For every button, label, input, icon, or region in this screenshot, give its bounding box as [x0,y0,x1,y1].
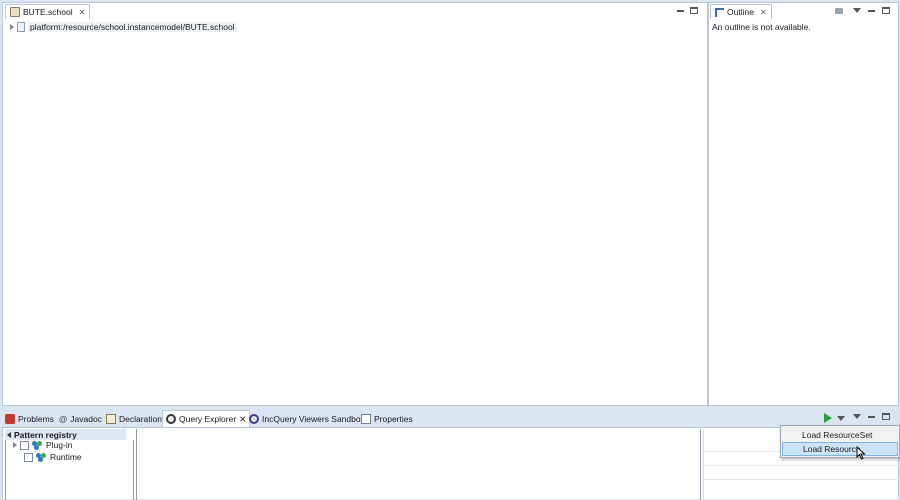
runtime-icon [36,452,47,462]
editor-pane: BUTE.school ✕ platform:/resource/school.… [2,2,708,406]
bottom-tabbar: Problems @ Javadoc Declaration Query Exp… [2,410,899,427]
incquery-icon [249,413,259,424]
tab-bute-school[interactable]: BUTE.school ✕ [5,4,91,19]
menu-item-label: Load Resource [803,444,861,454]
tab-declaration[interactable]: Declaration [103,410,165,427]
school-file-icon [10,7,20,17]
maximize-icon[interactable] [881,6,891,15]
maximize-icon[interactable] [881,412,891,421]
load-dropdown-menu: Load ResourceSet Load Resource [780,425,900,458]
menu-item-label: Load ResourceSet [802,430,873,440]
collapse-icon[interactable] [7,431,11,438]
pattern-registry-title: Pattern registry [14,429,77,440]
tree-item-label: Runtime [50,452,82,462]
tab-label: Query Explorer [179,414,237,424]
tab-properties[interactable]: Properties [358,410,416,427]
tree-item-label: platform:/resource/school.instancemodel/… [28,22,237,32]
at-icon: @ [59,413,68,424]
tab-incquery-viewers-sandbox[interactable]: IncQuery Viewers Sandbox [246,410,368,427]
minimize-icon[interactable] [675,6,685,15]
expand-icon[interactable] [13,442,17,448]
results-area [136,429,701,500]
plugin-icon [32,440,43,450]
tab-query-explorer[interactable]: Query Explorer ✕ [162,410,251,427]
mouse-cursor-icon [856,446,866,460]
menu-item-load-resourceset[interactable]: Load ResourceSet [782,428,898,442]
tab-problems[interactable]: Problems [2,410,57,427]
view-menu-icon[interactable] [852,412,862,421]
tab-label: Outline [727,7,754,17]
close-icon[interactable]: ✕ [79,8,86,17]
view-menu-icon[interactable] [852,6,862,15]
tab-label: Declaration [119,413,162,424]
runtime-checkbox[interactable] [24,452,33,462]
bottom-panel: Problems @ Javadoc Declaration Query Exp… [2,410,899,500]
tree-item-label: Plug-in [46,440,73,450]
tab-label: Properties [374,413,413,424]
outline-tools-icon[interactable] [834,6,844,15]
details-row-line [704,465,899,466]
run-dropdown-icon[interactable] [836,414,846,423]
declaration-icon [106,413,116,424]
outline-icon [715,7,724,17]
properties-icon [361,413,371,424]
minimize-icon[interactable] [866,412,876,421]
tab-label: Javadoc [70,413,102,424]
editor-tabbar: BUTE.school ✕ [3,3,707,19]
tree-item-runtime[interactable]: Runtime [24,451,82,463]
tab-label: Problems [18,413,54,424]
close-icon[interactable]: ✕ [760,8,767,17]
minimize-icon[interactable] [866,6,876,15]
query-explorer-icon [166,414,176,424]
details-row-line [704,479,899,480]
tree-item-resource[interactable]: platform:/resource/school.instancemodel/… [10,21,237,33]
outline-tabbar: Outline ✕ [709,3,898,19]
menu-item-load-resource[interactable]: Load Resource [782,442,898,456]
query-explorer-content: Pattern registry Plug-in Runtime [2,427,899,500]
tab-javadoc[interactable]: @ Javadoc [56,410,105,427]
outline-pane: Outline ✕ An outline is not available. [708,2,899,406]
pattern-registry-tree: Plug-in Runtime [5,440,134,500]
expand-icon[interactable] [10,24,14,30]
tab-outline[interactable]: Outline ✕ [710,4,772,19]
play-icon[interactable] [824,413,832,423]
outline-message: An outline is not available. [712,22,811,32]
resource-file-icon [17,22,25,32]
tab-label: BUTE.school [23,7,73,17]
tree-item-plugin[interactable]: Plug-in [13,439,72,451]
plugin-checkbox[interactable] [20,440,29,450]
tab-label: IncQuery Viewers Sandbox [262,413,365,424]
maximize-icon[interactable] [689,6,699,15]
problems-icon [5,413,15,424]
